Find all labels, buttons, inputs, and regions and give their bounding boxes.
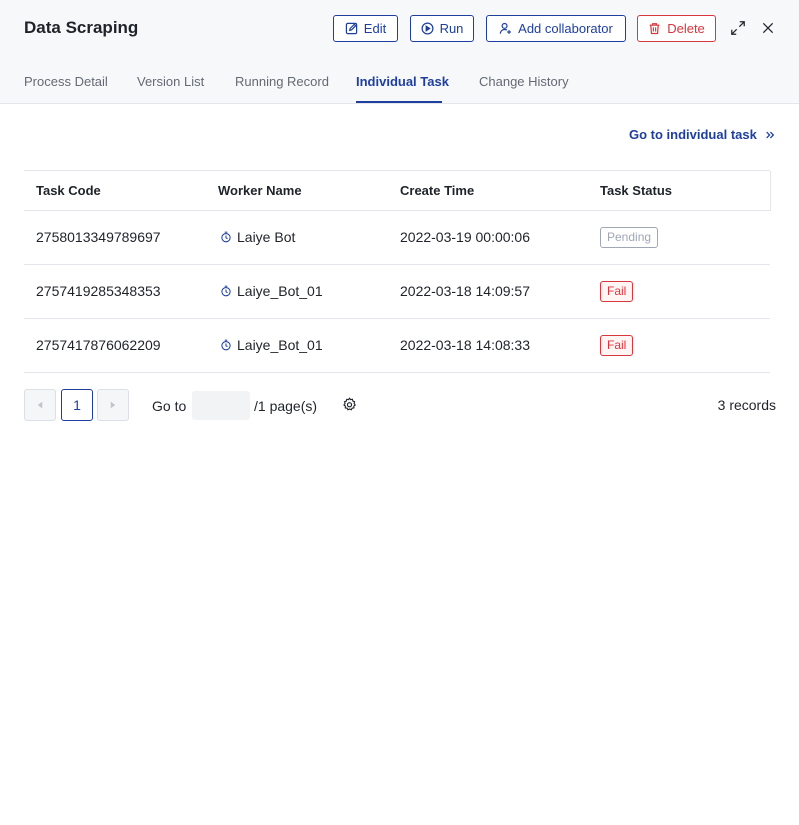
bot-icon — [221, 231, 231, 243]
create-time: 2022-03-18 14:09:57 — [400, 283, 530, 299]
worker-name: Laiye_Bot_01 — [220, 283, 323, 299]
delete-button[interactable]: Delete — [637, 15, 716, 42]
task-code: 2757419285348353 — [36, 283, 161, 299]
table-row[interactable]: 2757417876062209 Laiye_Bot_01 2022-03-18… — [24, 319, 770, 373]
add-collaborator-button[interactable]: Add collaborator — [486, 15, 626, 42]
worker-name-label: Laiye_Bot_01 — [237, 337, 323, 353]
table-row[interactable]: 2757419285348353 Laiye_Bot_01 2022-03-18… — [24, 265, 770, 319]
create-time: 2022-03-19 00:00:06 — [400, 229, 530, 245]
page-title: Data Scraping — [24, 18, 139, 37]
run-button[interactable]: Run — [410, 15, 474, 42]
tab-running-record[interactable]: Running Record — [235, 74, 329, 89]
add-collaborator-label: Add collaborator — [518, 21, 613, 36]
column-divider — [770, 171, 771, 211]
worker-name-label: Laiye_Bot_01 — [237, 283, 323, 299]
task-status: Pending — [600, 227, 659, 248]
page-number-button[interactable]: 1 — [61, 389, 93, 421]
status-badge: Fail — [600, 281, 634, 302]
table-header: Task Code Worker Name Create Time Task S… — [24, 170, 771, 211]
go-to-individual-task-link[interactable]: Go to individual task — [629, 127, 775, 142]
task-status: Fail — [600, 335, 634, 356]
edit-icon — [345, 22, 358, 35]
task-table: Task Code Worker Name Create Time Task S… — [24, 170, 775, 373]
tab-change-history[interactable]: Change History — [479, 74, 569, 89]
next-page-button[interactable] — [97, 389, 129, 421]
tab-individual-task[interactable]: Individual Task — [356, 74, 449, 89]
previous-page-button[interactable] — [24, 389, 56, 421]
tab-bar: Process Detail Version List Running Reco… — [0, 66, 799, 104]
worker-name: Laiye_Bot_01 — [220, 337, 323, 353]
delete-button-label: Delete — [667, 21, 705, 36]
task-status: Fail — [600, 281, 634, 302]
record-count: 3 records — [717, 397, 776, 413]
column-header-task-status: Task Status — [600, 183, 673, 198]
bot-icon — [221, 285, 231, 297]
status-badge: Pending — [600, 227, 659, 248]
tab-process-detail[interactable]: Process Detail — [24, 74, 108, 89]
drawer-header: Data Scraping Edit Run Add collaborator … — [0, 0, 799, 104]
caret-right-icon — [110, 401, 116, 409]
caret-left-icon — [37, 401, 43, 409]
double-chevron-right-icon — [766, 131, 775, 138]
task-code: 2758013349789697 — [36, 229, 161, 245]
close-icon[interactable] — [759, 19, 777, 37]
column-header-worker-name: Worker Name — [218, 183, 302, 198]
trash-icon — [649, 23, 660, 35]
tab-version-list[interactable]: Version List — [137, 74, 204, 89]
run-button-label: Run — [439, 21, 464, 36]
edit-button[interactable]: Edit — [333, 15, 398, 42]
table-row[interactable]: 2758013349789697 Laiye Bot 2022-03-19 00… — [24, 211, 770, 265]
go-to-page-input[interactable] — [192, 391, 250, 420]
go-to-label: Go to — [152, 398, 187, 414]
edit-button-label: Edit — [363, 21, 387, 36]
create-time: 2022-03-18 14:08:33 — [400, 337, 530, 353]
column-header-task-code: Task Code — [36, 183, 101, 198]
task-code: 2757417876062209 — [36, 337, 161, 353]
play-circle-icon — [421, 22, 434, 35]
total-pages-label: /1 page(s) — [254, 398, 318, 414]
worker-name: Laiye Bot — [220, 229, 295, 245]
worker-name-label: Laiye Bot — [237, 229, 296, 245]
column-header-create-time: Create Time — [400, 183, 475, 198]
active-tab-indicator — [356, 101, 442, 103]
add-user-icon — [499, 22, 512, 34]
status-badge: Fail — [600, 335, 634, 356]
pagination: 1 Go to /1 page(s) 3 records — [24, 389, 776, 422]
go-to-individual-task-label: Go to individual task — [629, 127, 757, 142]
expand-icon[interactable] — [729, 19, 747, 37]
gear-icon[interactable] — [342, 397, 358, 413]
bot-icon — [221, 339, 231, 351]
